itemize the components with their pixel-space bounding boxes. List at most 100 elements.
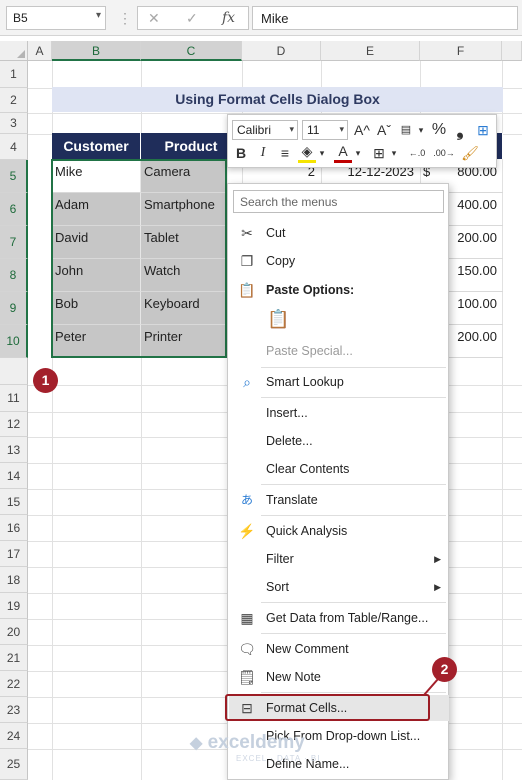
row-header[interactable]: 10 bbox=[0, 325, 28, 358]
fill-color-icon[interactable]: ◈ bbox=[298, 143, 316, 163]
row-header[interactable]: 13 bbox=[0, 437, 28, 463]
row-header[interactable]: 7 bbox=[0, 226, 28, 259]
menu-item-clear-contents[interactable]: Clear Contents bbox=[229, 456, 449, 482]
column-header-e[interactable]: E bbox=[321, 41, 420, 61]
row-header[interactable]: 17 bbox=[0, 541, 28, 567]
row-header[interactable]: 18 bbox=[0, 567, 28, 593]
chevron-down-icon[interactable]: ▾ bbox=[353, 143, 363, 163]
row-header[interactable]: 1 bbox=[0, 61, 28, 88]
header-customer[interactable]: Customer bbox=[52, 133, 141, 159]
column-header-a[interactable]: A bbox=[28, 41, 52, 61]
accounting-format-icon[interactable]: ▤ bbox=[395, 120, 417, 140]
row-header[interactable]: 21 bbox=[0, 645, 28, 671]
borders-icon[interactable]: ⊞ bbox=[370, 143, 388, 163]
name-box[interactable]: B5 ▾ bbox=[6, 6, 106, 30]
menu-item-label: Copy bbox=[266, 254, 296, 268]
column-header-f[interactable]: F bbox=[420, 41, 502, 61]
bold-icon[interactable]: B bbox=[232, 143, 250, 163]
row-header[interactable]: 3 bbox=[0, 113, 28, 134]
font-color-icon[interactable]: A bbox=[334, 143, 352, 163]
row-header[interactable]: 23 bbox=[0, 697, 28, 723]
column-header-d[interactable]: D bbox=[242, 41, 321, 61]
menu-item-cut[interactable]: ✂ Cut bbox=[229, 220, 449, 246]
menu-item-label: New Note bbox=[266, 670, 321, 684]
menu-item-new-comment[interactable]: 🗨 New Comment bbox=[229, 636, 449, 662]
menu-item-insert[interactable]: Insert... bbox=[229, 400, 449, 426]
menu-item-get-data[interactable]: ▦ Get Data from Table/Range... bbox=[229, 605, 449, 631]
formula-input[interactable]: Mike bbox=[252, 6, 518, 30]
watermark-icon: ◆ bbox=[190, 735, 203, 752]
row-header[interactable]: 16 bbox=[0, 515, 28, 541]
cell-price[interactable]: 200.00 bbox=[440, 325, 503, 358]
row-header[interactable]: 8 bbox=[0, 259, 28, 292]
menu-item-translate[interactable]: あ Translate bbox=[229, 487, 449, 513]
cell-price[interactable]: 200.00 bbox=[440, 226, 503, 259]
column-header-c[interactable]: C bbox=[141, 41, 242, 61]
enter-icon[interactable]: ✓ bbox=[186, 10, 198, 27]
font-name-select[interactable]: Calibri ▾ bbox=[232, 120, 298, 140]
row-header[interactable]: 6 bbox=[0, 193, 28, 226]
cell-price[interactable]: 100.00 bbox=[440, 292, 503, 325]
chevron-down-icon[interactable]: ▾ bbox=[416, 120, 426, 140]
merge-center-icon[interactable]: ⊞ bbox=[474, 120, 492, 140]
menu-item-label: New Comment bbox=[266, 642, 349, 656]
cell-price[interactable]: 400.00 bbox=[440, 193, 503, 226]
chevron-down-icon[interactable]: ▾ bbox=[96, 10, 101, 21]
comma-style-icon[interactable]: ❟ bbox=[452, 120, 468, 140]
increase-decimal-icon[interactable]: ←.0 bbox=[404, 143, 430, 163]
menu-separator bbox=[261, 397, 446, 398]
select-all-corner[interactable] bbox=[0, 41, 28, 61]
chevron-down-icon[interactable]: ▾ bbox=[389, 143, 399, 163]
decrease-decimal-icon[interactable]: .00→ bbox=[431, 143, 457, 163]
insert-function-icon[interactable]: fx bbox=[222, 10, 235, 26]
row-header[interactable]: 25 bbox=[0, 749, 28, 780]
cancel-icon[interactable]: ✕ bbox=[148, 10, 160, 27]
paste-option-button[interactable]: 📋 bbox=[229, 305, 449, 337]
menu-search-input[interactable]: Search the menus bbox=[233, 190, 444, 213]
row-header[interactable]: 4 bbox=[0, 134, 28, 160]
row-header[interactable]: 19 bbox=[0, 593, 28, 619]
watermark-logo: ◆ exceldemy bbox=[190, 732, 305, 754]
row-header[interactable]: 22 bbox=[0, 671, 28, 697]
translate-icon: あ bbox=[240, 493, 253, 507]
menu-item-copy[interactable]: ❐ Copy bbox=[229, 248, 449, 274]
column-header-b[interactable]: B bbox=[52, 41, 141, 61]
menu-item-delete[interactable]: Delete... bbox=[229, 428, 449, 454]
scissors-icon: ✂ bbox=[241, 225, 253, 241]
chevron-down-icon[interactable]: ▾ bbox=[317, 143, 327, 163]
menu-item-sort[interactable]: Sort ▶ bbox=[229, 574, 449, 600]
row-header[interactable]: 14 bbox=[0, 463, 28, 489]
row-header[interactable]: 5 bbox=[0, 160, 28, 193]
percent-style-icon[interactable]: % bbox=[428, 120, 450, 140]
step-badge-1: 1 bbox=[33, 368, 58, 393]
italic-icon[interactable]: I bbox=[254, 143, 272, 163]
menu-item-smart-lookup[interactable]: ⌕ Smart Lookup bbox=[229, 369, 449, 395]
row-header[interactable] bbox=[0, 358, 28, 385]
chevron-down-icon: ▾ bbox=[289, 124, 294, 134]
menu-item-label: Paste Special... bbox=[266, 344, 353, 358]
clipboard-icon: 📋 bbox=[238, 282, 256, 298]
font-size-value: 11 bbox=[307, 123, 320, 137]
menu-item-new-note[interactable]: 🗒 New Note bbox=[229, 664, 449, 690]
column-header-g[interactable] bbox=[502, 41, 522, 61]
row-header[interactable]: 2 bbox=[0, 88, 28, 113]
row-header[interactable]: 15 bbox=[0, 489, 28, 515]
menu-item-label: Quick Analysis bbox=[266, 524, 348, 538]
menu-item-quick-analysis[interactable]: ⚡ Quick Analysis bbox=[229, 518, 449, 544]
format-painter-icon[interactable]: 🖌 bbox=[460, 143, 480, 163]
row-header[interactable]: 11 bbox=[0, 385, 28, 412]
align-center-icon[interactable]: ≡ bbox=[276, 143, 294, 163]
more-options-icon[interactable]: ⋮ bbox=[118, 10, 132, 27]
increase-font-size-icon[interactable]: A^ bbox=[352, 120, 372, 140]
cell-price[interactable]: 150.00 bbox=[440, 259, 503, 292]
row-header[interactable]: 12 bbox=[0, 412, 28, 437]
sheet-title[interactable]: Using Format Cells Dialog Box bbox=[52, 87, 503, 112]
row-header[interactable]: 24 bbox=[0, 723, 28, 749]
decrease-font-size-icon[interactable]: Aˇ bbox=[374, 120, 394, 140]
font-size-select[interactable]: 11 ▾ bbox=[302, 120, 348, 140]
row-header[interactable]: 20 bbox=[0, 619, 28, 645]
paste-icon: 📋 bbox=[267, 309, 290, 329]
menu-item-filter[interactable]: Filter ▶ bbox=[229, 546, 449, 572]
row-header[interactable]: 9 bbox=[0, 292, 28, 325]
menu-separator bbox=[261, 367, 446, 368]
